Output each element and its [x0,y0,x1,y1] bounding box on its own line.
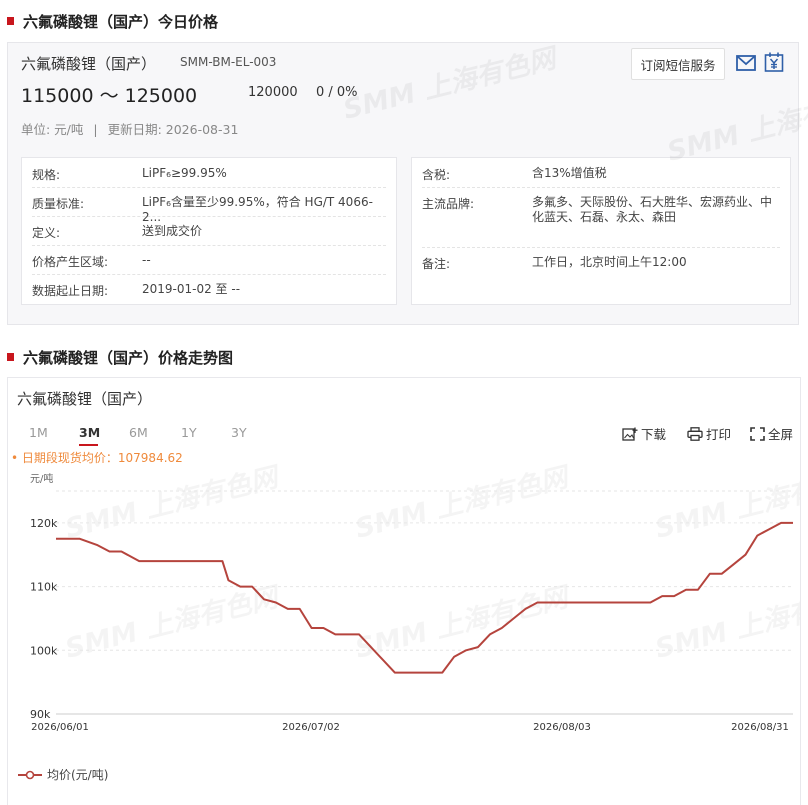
y-tick-label: 110k [30,581,58,594]
y-tick-label: 90k [30,708,51,721]
price-section-title: 六氟磷酸锂（国产）今日价格 [7,10,218,32]
spec-row: 主流品牌: 多氟多、天际股份、石大胜华、宏源药业、中化蓝天、石磊、永太、森田 [422,187,780,248]
spec-value: 含13%增值税 [532,166,607,180]
product-name: 六氟磷酸锂（国产） [21,55,157,73]
spec-key: 质量标准: [32,197,85,211]
spec-row: 备注: 工作日，北京时间上午12:00 [422,247,780,277]
chart-legend[interactable]: 均价(元/吨) [18,766,108,783]
spec-key: 定义: [32,226,61,240]
yen-calendar-icon[interactable] [764,52,784,72]
spec-key: 含税: [422,168,451,182]
x-tick-label: 2026/06/01 [31,722,89,733]
chart-watermark: SMM 上海有色网 [62,461,284,545]
product-code: SMM-BM-EL-003 [180,55,277,69]
section-marker [7,353,14,361]
trend-section-title: 六氟磷酸锂（国产）价格走势图 [7,346,233,368]
chart-watermark: SMM 上海有色网 [652,581,800,665]
spec-key: 数据起止日期: [32,284,109,298]
price-trend-chart: SMM 上海有色网 SMM 上海有色网 SMM 上海有色网 SMM 上海有色网 SMM … [30,461,800,733]
x-tick-label: 2026/07/02 [282,722,340,733]
y-tick-label: 100k [30,644,58,657]
spec-key: 备注: [422,257,451,271]
spec-key: 主流品牌: [422,197,475,211]
spec-key: 价格产生区域: [32,255,109,269]
spec-row: 质量标准: LiPF₆含量至少99.95%，符合 HG/T 4066-2... [32,187,386,224]
unit-label: 单位: 元/吨 [21,122,84,137]
spec-value: -- [142,253,151,267]
chart-card: 六氟磷酸锂（国产） 1M 3M 6M 1Y 3Y 下载 打印 全屏 • 日期段现… [7,377,801,805]
legend-label: 均价(元/吨) [47,768,109,782]
spec-row: 定义: 送到成交价 [32,216,386,246]
spec-value: LiPF₆≥99.95% [142,166,227,180]
chart-watermark: SMM 上海有色网 [652,461,800,545]
spec-row: 含税: 含13%增值税 [422,158,780,188]
spec-value: 工作日，北京时间上午12:00 [532,255,687,269]
x-tick-label: 2026/08/03 [533,722,591,733]
y-axis-unit: 元/吨 [30,472,53,485]
spec-key: 规格: [32,168,61,182]
chart-watermark: SMM 上海有色网 [352,461,574,545]
spec-value: 送到成交价 [142,224,203,238]
subscribe-sms-button[interactable]: 订阅短信服务 [631,48,725,80]
price-meta: 单位: 元/吨 | 更新日期: 2026-08-31 [21,119,238,138]
spec-value: 多氟多、天际股份、石大胜华、宏源药业、中化蓝天、石磊、永太、森田 [532,195,773,224]
spec-table-right: 含税: 含13%增值税 主流品牌: 多氟多、天际股份、石大胜华、宏源药业、中化蓝… [411,157,791,305]
spec-row: 价格产生区域: -- [32,245,386,275]
price-range: 115000 ～ 125000 [21,85,198,107]
y-tick-label: 120k [30,517,58,530]
x-tick-label: 2026/08/31 [731,722,789,733]
mail-icon[interactable] [736,55,756,71]
spec-value: 2019-01-02 至 -- [142,282,241,296]
spec-row: 数据起止日期: 2019-01-02 至 -- [32,274,386,304]
legend-line-icon [18,770,42,779]
spec-row: 规格: LiPF₆≥99.95% [32,158,386,188]
average-price: 120000 [248,85,298,100]
price-section-title-text: 六氟磷酸锂（国产）今日价格 [23,12,219,31]
chart-watermark: SMM 上海有色网 [62,581,284,665]
spec-table-left: 规格: LiPF₆≥99.95% 质量标准: LiPF₆含量至少99.95%，符… [21,157,397,305]
update-date: 更新日期: 2026-08-31 [107,122,239,137]
trend-section-title-text: 六氟磷酸锂（国产）价格走势图 [23,348,234,367]
meta-separator: | [93,122,98,137]
section-marker [7,17,14,25]
